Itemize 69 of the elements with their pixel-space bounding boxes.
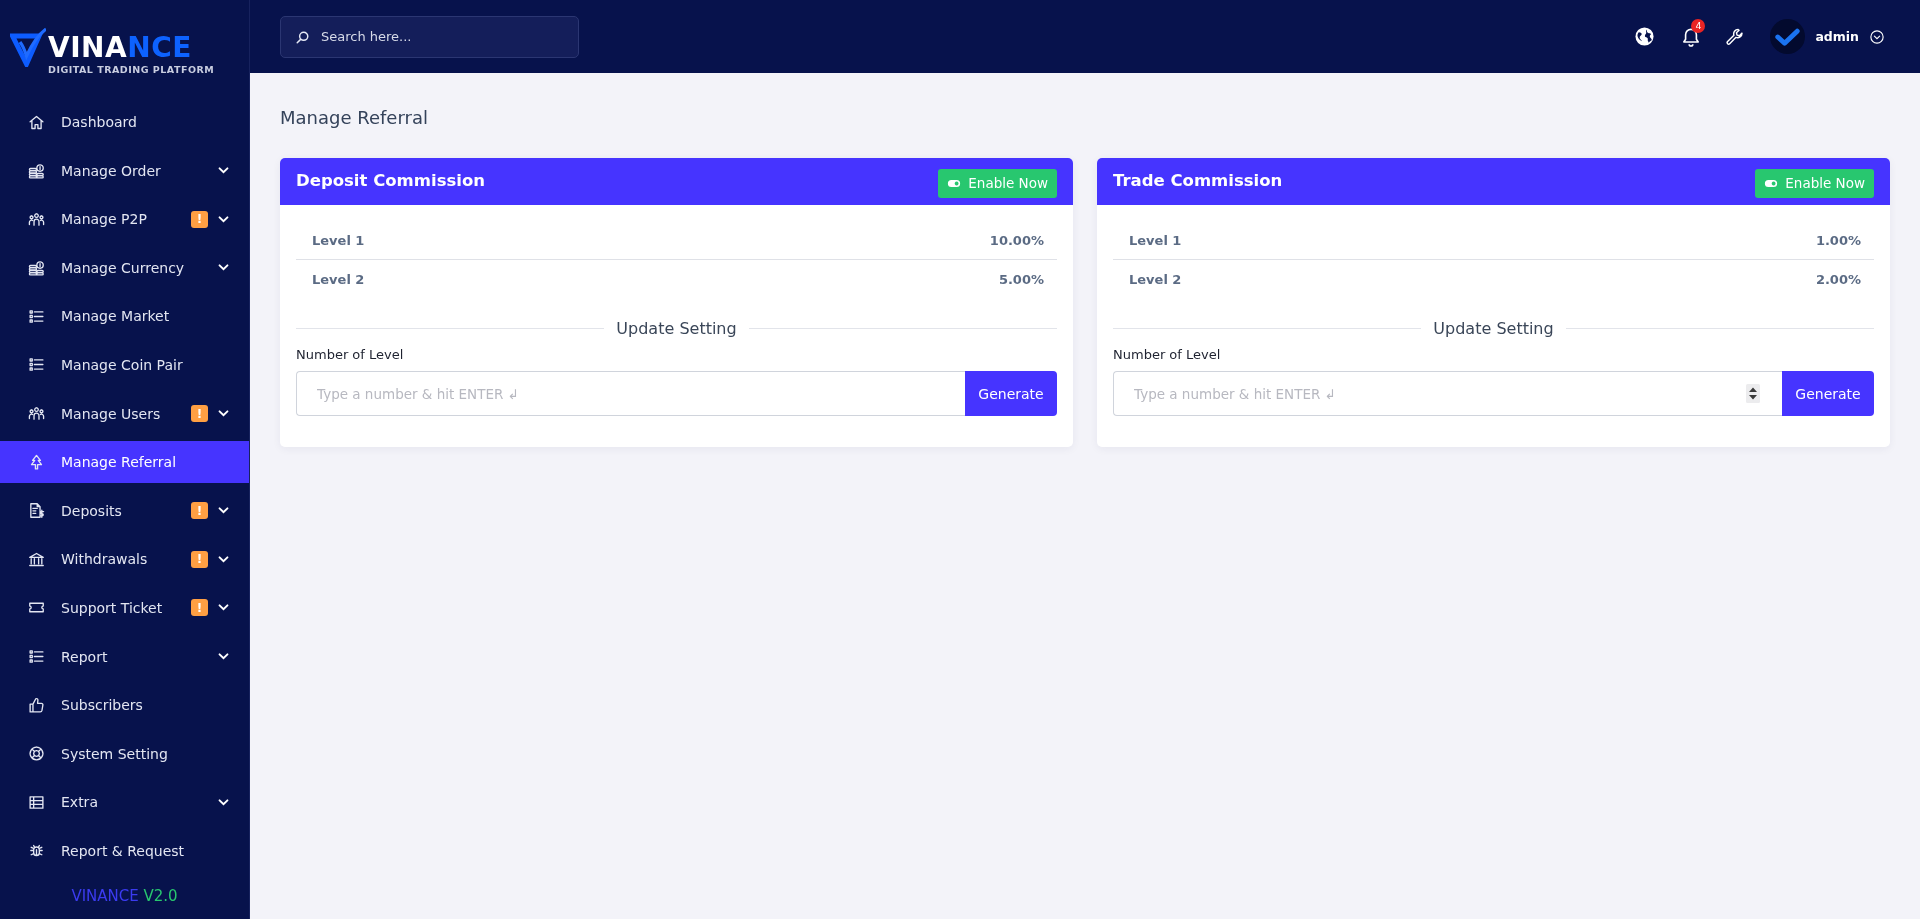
sidebar-item[interactable]: Subscribers bbox=[0, 684, 249, 727]
level-value: 2.00% bbox=[1815, 271, 1861, 287]
home-icon bbox=[28, 113, 45, 131]
bank-icon bbox=[28, 550, 45, 568]
user-name[interactable]: admin bbox=[1815, 29, 1859, 44]
sidebar-item[interactable]: Withdrawals ! bbox=[0, 538, 249, 581]
users-icon bbox=[28, 405, 45, 423]
sidebar-item[interactable]: Report & Request bbox=[0, 829, 249, 872]
section-divider-label: Update Setting bbox=[1432, 318, 1555, 338]
logo-icon bbox=[10, 27, 46, 67]
thumbs-up-icon bbox=[28, 696, 45, 714]
sidebar-item[interactable]: System Setting bbox=[0, 732, 249, 775]
level-label: Level 1 bbox=[312, 232, 365, 248]
avatar-icon[interactable] bbox=[1770, 19, 1806, 54]
alert-badge: ! bbox=[191, 599, 208, 617]
notification-badge: 4 bbox=[1691, 18, 1706, 33]
tree-icon bbox=[28, 453, 45, 471]
level-label: Level 1 bbox=[1129, 232, 1182, 248]
sidebar-item[interactable]: Deposits ! bbox=[0, 489, 249, 532]
toggle-icon bbox=[947, 178, 962, 188]
coins-icon bbox=[28, 162, 45, 180]
chevron-circle-icon[interactable] bbox=[1870, 29, 1884, 44]
generate-button[interactable]: Generate bbox=[1782, 371, 1874, 416]
field-label: Number of Level bbox=[1113, 346, 1221, 364]
alert-badge: ! bbox=[191, 502, 208, 520]
search-icon bbox=[296, 30, 309, 44]
list-icon bbox=[28, 648, 45, 666]
page-title: Manage Referral bbox=[280, 106, 428, 130]
level-label: Level 2 bbox=[312, 271, 365, 287]
sidebar-item[interactable]: Manage Currency bbox=[0, 246, 249, 289]
list-icon bbox=[28, 307, 45, 325]
section-divider-label: Update Setting bbox=[615, 318, 738, 338]
number-input[interactable]: Type a number & hit ENTER ↲ bbox=[296, 371, 965, 416]
level-value: 5.00% bbox=[998, 271, 1044, 287]
alert-badge: ! bbox=[191, 405, 208, 423]
generate-button[interactable]: Generate bbox=[965, 371, 1057, 416]
sidebar-item[interactable]: Manage Order bbox=[0, 149, 249, 192]
sidebar-item[interactable]: Manage Coin Pair bbox=[0, 343, 249, 386]
sidebar-item[interactable]: Manage P2P ! bbox=[0, 198, 249, 241]
wrench-icon[interactable] bbox=[1726, 27, 1745, 46]
spinner-arrows-icon[interactable] bbox=[1746, 384, 1760, 403]
version-label: VINANCE V2.0 bbox=[70, 885, 179, 906]
toggle-icon bbox=[1764, 178, 1779, 188]
globe-icon[interactable] bbox=[1635, 27, 1655, 46]
field-label: Number of Level bbox=[296, 346, 404, 364]
sidebar-item[interactable]: Support Ticket ! bbox=[0, 586, 249, 629]
invoice-icon bbox=[28, 502, 45, 520]
logo-tagline: DIGITAL TRADING PLATFORM bbox=[48, 64, 215, 76]
sidebar-item[interactable]: Extra bbox=[0, 781, 249, 824]
sidebar-item[interactable]: Report bbox=[0, 635, 249, 678]
card-title: Trade Commission bbox=[1113, 170, 1283, 190]
sidebar-item[interactable]: Manage Users ! bbox=[0, 392, 249, 435]
level-value: 10.00% bbox=[989, 232, 1044, 248]
sidebar-item[interactable]: Dashboard bbox=[0, 101, 249, 143]
lifebuoy-icon bbox=[28, 745, 45, 763]
card-title: Deposit Commission bbox=[296, 170, 485, 190]
search-field[interactable]: Search here... bbox=[280, 15, 579, 58]
coins-icon bbox=[28, 259, 45, 277]
table-icon bbox=[28, 793, 45, 811]
sidebar-item[interactable]: Manage Market bbox=[0, 295, 249, 338]
level-value: 1.00% bbox=[1815, 232, 1861, 248]
sidebar-item[interactable]: Manage Referral bbox=[0, 441, 249, 484]
users-icon bbox=[28, 210, 45, 228]
alert-badge: ! bbox=[191, 550, 208, 568]
logo-wordmark: VINANCE bbox=[48, 35, 193, 61]
number-input[interactable]: Type a number & hit ENTER ↲ bbox=[1113, 371, 1782, 416]
list-icon bbox=[28, 356, 45, 374]
alert-badge: ! bbox=[191, 210, 208, 228]
level-label: Level 2 bbox=[1129, 271, 1182, 287]
